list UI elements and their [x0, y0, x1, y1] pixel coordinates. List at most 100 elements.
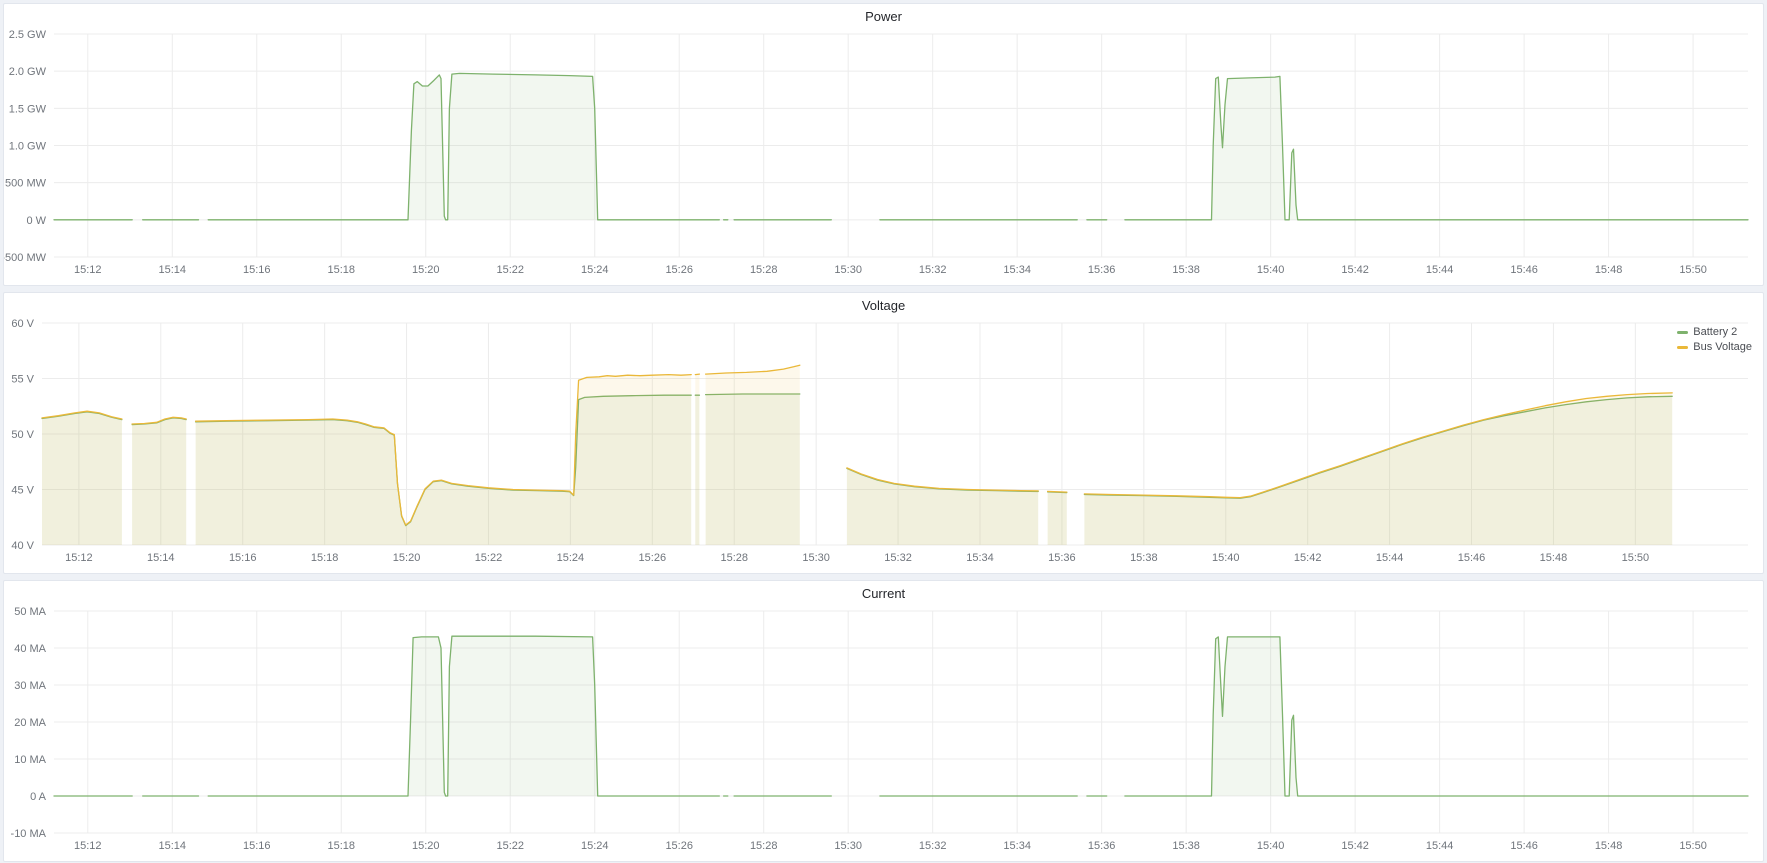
voltage-chart[interactable]: 60 V55 V50 V45 V40 V15:1215:1415:1615:18…	[4, 318, 1763, 573]
battery-2-series-swatch	[1677, 331, 1688, 334]
series-area	[1125, 637, 1748, 796]
x-tick-label: 15:18	[311, 552, 339, 564]
y-tick-label: 2.5 GW	[9, 29, 47, 41]
series-area	[706, 365, 800, 545]
x-tick-label: 15:34	[1003, 264, 1031, 276]
y-tick-label: 40 V	[11, 540, 34, 552]
voltage-panel-title[interactable]: Voltage	[4, 293, 1763, 318]
series-area	[196, 375, 692, 545]
x-tick-label: 15:16	[243, 264, 271, 276]
x-tick-label: 15:38	[1172, 264, 1200, 276]
x-tick-label: 15:44	[1376, 552, 1404, 564]
x-tick-label: 15:38	[1130, 552, 1158, 564]
series-area	[1048, 491, 1067, 545]
x-tick-label: 15:16	[243, 840, 271, 852]
x-tick-label: 15:18	[327, 840, 355, 852]
x-tick-label: 15:42	[1294, 552, 1322, 564]
y-tick-label: 1.5 GW	[9, 103, 47, 115]
y-tick-label: 55 V	[11, 374, 34, 386]
y-tick-label: 50 MA	[14, 606, 46, 618]
series-area	[132, 417, 186, 545]
axis-labels: 2.5 GW2.0 GW1.5 GW1.0 GW500 MW0 W-500 MW…	[4, 29, 1707, 276]
series-area	[1084, 393, 1672, 545]
x-tick-label: 15:30	[802, 552, 830, 564]
x-tick-label: 15:50	[1679, 840, 1707, 852]
x-tick-label: 15:44	[1426, 264, 1454, 276]
x-tick-label: 15:42	[1341, 840, 1369, 852]
series-bus-voltage	[42, 365, 1672, 545]
x-tick-label: 15:12	[74, 840, 102, 852]
power-chart[interactable]: 2.5 GW2.0 GW1.5 GW1.0 GW500 MW0 W-500 MW…	[4, 29, 1763, 285]
legend-item-battery-2[interactable]: Battery 2	[1677, 326, 1752, 338]
x-tick-label: 15:22	[496, 264, 524, 276]
x-tick-label: 15:26	[665, 264, 693, 276]
x-tick-label: 15:38	[1172, 840, 1200, 852]
series-area	[1125, 76, 1748, 219]
y-tick-label: 0 W	[26, 215, 46, 227]
y-tick-label: -500 MW	[4, 252, 47, 264]
current-panel-title[interactable]: Current	[4, 581, 1763, 606]
x-tick-label: 15:12	[74, 264, 102, 276]
voltage-legend: Battery 2 Bus Voltage	[1677, 326, 1752, 353]
y-tick-label: 30 MA	[14, 680, 46, 692]
x-tick-label: 15:22	[475, 552, 503, 564]
y-tick-label: -10 MA	[11, 828, 47, 840]
x-tick-label: 15:50	[1622, 552, 1650, 564]
series-area	[208, 636, 719, 796]
y-tick-label: 10 MA	[14, 754, 46, 766]
x-tick-label: 15:24	[557, 552, 585, 564]
x-tick-label: 15:32	[919, 840, 947, 852]
current-chart[interactable]: 50 MA 40 MA 30 MA 20 MA 10 MA 0 A -10 MA 15:12 1…	[4, 606, 1763, 861]
x-tick-label: 15:46	[1510, 840, 1538, 852]
current-plot[interactable]: 50 MA 40 MA 30 MA 20 MA 10 MA 0 A -10 MA 15:12 1…	[4, 606, 1761, 861]
series-battery-2	[54, 636, 1748, 796]
y-tick-label: 50 V	[11, 429, 34, 441]
x-tick-label: 15:18	[327, 264, 355, 276]
series-area	[42, 411, 122, 545]
series-line	[695, 374, 699, 375]
voltage-plot[interactable]: 60 V55 V50 V45 V40 V15:1215:1415:1615:18…	[4, 318, 1761, 573]
x-tick-label: 15:14	[159, 840, 187, 852]
gridlines	[54, 34, 1748, 257]
x-tick-label: 15:30	[834, 840, 862, 852]
x-tick-label: 15:26	[639, 552, 667, 564]
x-tick-label: 15:40	[1257, 264, 1285, 276]
x-tick-label: 15:48	[1540, 552, 1568, 564]
legend-item-bus-voltage[interactable]: Bus Voltage	[1677, 341, 1752, 353]
series-area	[695, 374, 699, 545]
x-tick-label: 15:46	[1510, 264, 1538, 276]
power-panel-title[interactable]: Power	[4, 4, 1763, 29]
y-tick-label: 40 MA	[14, 643, 46, 655]
x-tick-label: 15:36	[1088, 840, 1116, 852]
x-tick-label: 15:26	[665, 840, 693, 852]
x-tick-label: 15:14	[159, 264, 187, 276]
x-tick-label: 15:42	[1341, 264, 1369, 276]
x-tick-label: 15:48	[1595, 840, 1623, 852]
x-tick-label: 15:50	[1679, 264, 1707, 276]
power-plot[interactable]: 2.5 GW2.0 GW1.5 GW1.0 GW500 MW0 W-500 MW…	[4, 29, 1761, 285]
y-tick-label: 500 MW	[5, 178, 47, 190]
y-tick-label: 20 MA	[14, 717, 46, 729]
x-tick-label: 15:36	[1048, 552, 1076, 564]
legend-label: Bus Voltage	[1693, 341, 1752, 353]
x-tick-label: 15:16	[229, 552, 257, 564]
voltage-panel: Voltage 60 V55 V50 V45 V40 V15:1215:1415…	[3, 292, 1764, 574]
x-tick-label: 15:32	[884, 552, 912, 564]
power-panel: Power 2.5 GW2.0 GW1.5 GW1.0 GW500 MW0 W-…	[3, 3, 1764, 286]
x-tick-label: 15:20	[412, 840, 440, 852]
x-tick-label: 15:28	[750, 264, 778, 276]
x-tick-label: 15:20	[412, 264, 440, 276]
gridlines	[54, 611, 1748, 833]
legend-label: Battery 2	[1693, 326, 1737, 338]
x-tick-label: 15:24	[581, 264, 609, 276]
x-tick-label: 15:20	[393, 552, 421, 564]
x-tick-label: 15:44	[1426, 840, 1454, 852]
x-tick-label: 15:14	[147, 552, 175, 564]
y-tick-label: 60 V	[11, 318, 34, 330]
y-tick-label: 0 A	[30, 791, 47, 803]
x-tick-label: 15:30	[834, 264, 862, 276]
series-area	[208, 73, 719, 219]
series-battery-2	[54, 73, 1748, 219]
axis-labels: 50 MA 40 MA 30 MA 20 MA 10 MA 0 A -10 MA 15:12 1…	[11, 606, 1707, 852]
x-tick-label: 15:22	[496, 840, 524, 852]
